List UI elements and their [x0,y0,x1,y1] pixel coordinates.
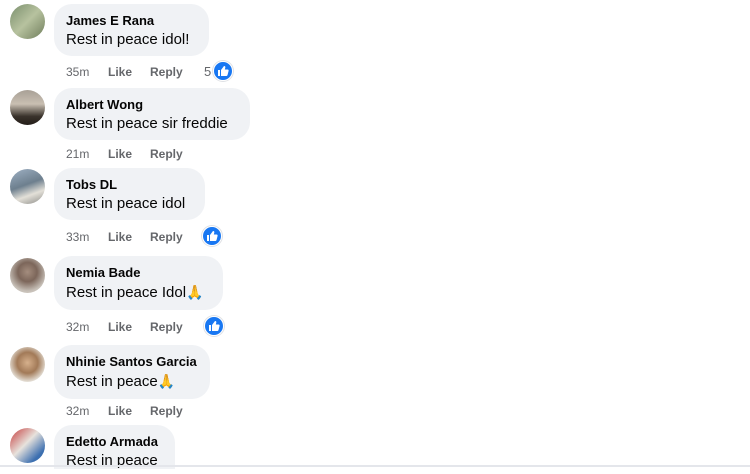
comment-actions: 21m Like Reply [66,145,183,162]
reaction-summary[interactable]: 5 [204,61,234,81]
comment-actions: 33m Like Reply [66,228,183,245]
thumbs-up-icon [202,226,222,246]
comment-actions: 32m Like Reply [66,402,183,419]
comment-text: Rest in peace sir freddie [66,115,228,132]
comment-timestamp[interactable]: 32m [66,403,108,419]
comment-timestamp[interactable]: 35m [66,64,108,80]
comment-author[interactable]: James E Rana [66,12,197,29]
comment-text: Rest in peace [66,452,158,469]
comment-text: Rest in peace Idol🙏 [66,282,211,303]
avatar[interactable] [10,90,45,125]
comment-author[interactable]: Nhinie Santos Garcia [66,353,198,370]
avatar[interactable] [10,428,45,463]
comment-author[interactable]: Albert Wong [66,96,238,113]
comment-text: Rest in peace idol! [66,31,190,48]
praying-hands-emoji: 🙏 [186,284,204,300]
reply-button[interactable]: Reply [150,146,183,162]
comment-timestamp[interactable]: 32m [66,319,108,335]
avatar[interactable] [10,169,45,204]
comment-bubble: James E Rana Rest in peace idol! [54,4,209,56]
reply-button[interactable]: Reply [150,229,183,245]
like-button[interactable]: Like [108,319,150,335]
comment-timestamp[interactable]: 33m [66,229,108,245]
comment-bubble: Edetto Armada Rest in peace [54,425,175,469]
comment-actions: 32m Like Reply [66,318,183,335]
comment-actions: 35m Like Reply [66,63,183,80]
comment-bubble: Tobs DL Rest in peace idol [54,168,205,220]
thumbs-up-icon [213,61,234,81]
avatar[interactable] [10,4,45,39]
avatar[interactable] [10,347,45,382]
praying-hands-emoji: 🙏 [157,373,176,389]
reaction-summary[interactable] [202,226,222,246]
comment-bubble: Nemia Bade Rest in peace Idol🙏 [54,256,223,310]
reaction-summary[interactable] [204,316,224,336]
comment-timestamp[interactable]: 21m [66,146,108,162]
divider [0,465,750,467]
reply-button[interactable]: Reply [150,403,183,419]
comment-text: Rest in peace idol [66,195,186,212]
reaction-count: 5 [204,63,212,79]
like-button[interactable]: Like [108,64,150,80]
like-button[interactable]: Like [108,229,150,245]
comment-bubble: Nhinie Santos Garcia Rest in peace🙏 [54,345,210,399]
like-button[interactable]: Like [108,403,150,419]
reply-button[interactable]: Reply [150,64,183,80]
comment-author[interactable]: Nemia Bade [66,264,211,281]
comment-text: Rest in peace🙏 [66,371,198,392]
avatar[interactable] [10,258,45,293]
comment-text-body: Rest in peace [66,373,158,390]
comment-text-body: Rest in peace Idol [66,284,187,301]
reply-button[interactable]: Reply [150,319,183,335]
like-button[interactable]: Like [108,146,150,162]
comment-author[interactable]: Edetto Armada [66,433,163,450]
thumbs-up-icon [204,316,224,336]
comment-author[interactable]: Tobs DL [66,176,193,193]
comment-bubble: Albert Wong Rest in peace sir freddie [54,88,250,140]
